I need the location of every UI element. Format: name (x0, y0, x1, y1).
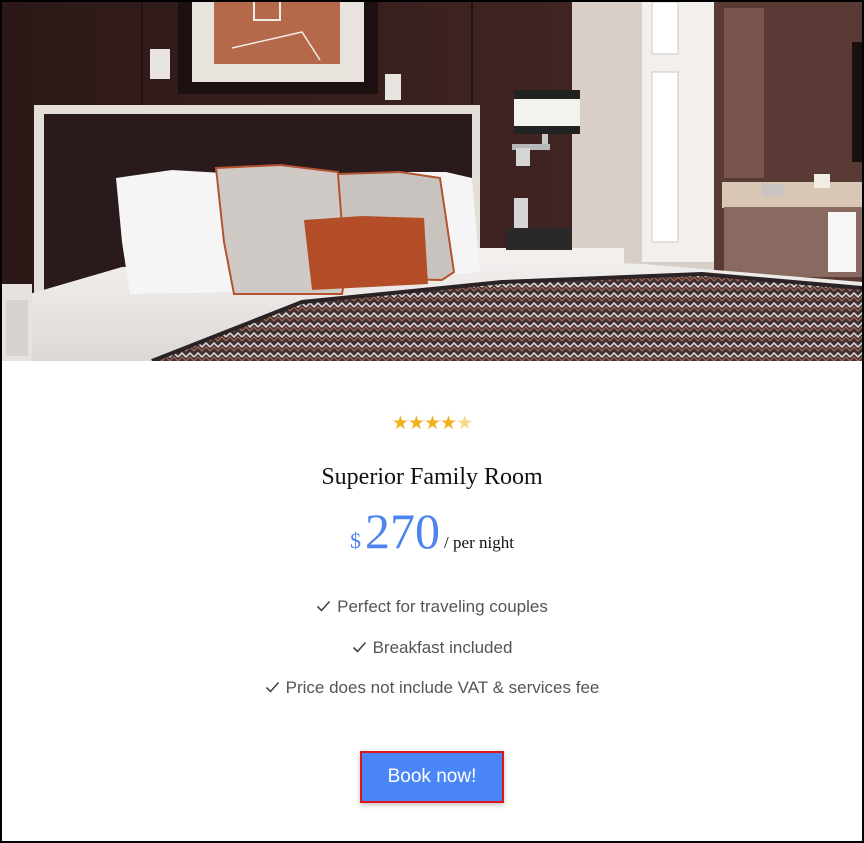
room-photo (2, 2, 862, 361)
feature-text: Perfect for traveling couples (337, 597, 548, 616)
book-button-focus-outline: Book now! (360, 751, 504, 803)
feature-text: Breakfast included (372, 637, 513, 657)
check-icon (352, 641, 366, 653)
star-icon: ★ (407, 412, 425, 434)
list-item: Perfect for traveling couples (2, 587, 862, 628)
room-card: ★★★★★ Superior Family Room $270/ per nig… (0, 0, 864, 843)
star-icon: ★ (440, 412, 457, 434)
rating-stars: ★★★★★ (2, 413, 862, 433)
check-icon (265, 681, 279, 693)
price-amount: 270 (365, 503, 441, 559)
star-icon: ★ (423, 412, 441, 434)
price-unit: / per night (444, 533, 514, 552)
star-empty-icon: ★ (456, 412, 473, 434)
book-now-button[interactable]: Book now! (362, 753, 502, 801)
feature-text: Price does not include VAT & services fe… (285, 678, 600, 697)
price-currency: $ (350, 528, 362, 553)
star-icon: ★ (391, 412, 409, 434)
room-title: Superior Family Room (321, 464, 543, 490)
room-price: $270/ per night (2, 501, 862, 574)
feature-list: Perfect for traveling couples Breakfast … (2, 587, 862, 709)
list-item: Price does not include VAT & services fe… (2, 668, 862, 709)
room-details: ★★★★★ Superior Family Room $270/ per nig… (2, 361, 862, 841)
check-icon (317, 600, 331, 612)
list-item: Breakfast included (2, 628, 862, 669)
